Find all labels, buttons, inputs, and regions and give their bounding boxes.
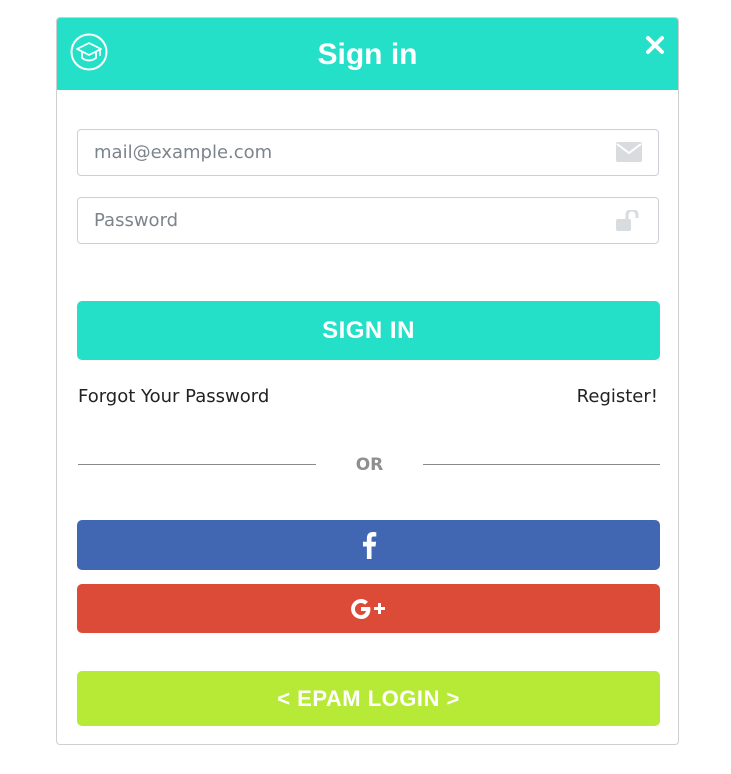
email-input[interactable] <box>78 130 658 175</box>
close-icon[interactable] <box>644 34 666 56</box>
email-field[interactable] <box>77 129 659 176</box>
unlock-icon <box>616 210 639 231</box>
envelope-icon <box>616 142 642 162</box>
google-login-button[interactable] <box>77 584 660 633</box>
password-field[interactable] <box>77 197 659 244</box>
modal-title: Sign in <box>317 38 418 71</box>
forgot-password-link[interactable]: Forgot Your Password <box>78 386 269 407</box>
register-link[interactable]: Register! <box>577 386 658 407</box>
divider-line-right <box>423 464 660 465</box>
divider-line-left <box>78 464 316 465</box>
sign-in-button[interactable]: SIGN IN <box>77 301 660 360</box>
modal-header: Sign in <box>57 18 678 90</box>
facebook-icon <box>362 532 376 559</box>
sign-in-modal: Sign in SIGN IN Forgot Your Password Reg… <box>56 17 679 745</box>
google-plus-icon <box>350 598 385 619</box>
password-input[interactable] <box>78 198 658 243</box>
divider-label: OR <box>355 455 384 475</box>
epam-login-button[interactable]: < EPAM LOGIN > <box>77 671 660 726</box>
facebook-login-button[interactable] <box>77 520 660 570</box>
